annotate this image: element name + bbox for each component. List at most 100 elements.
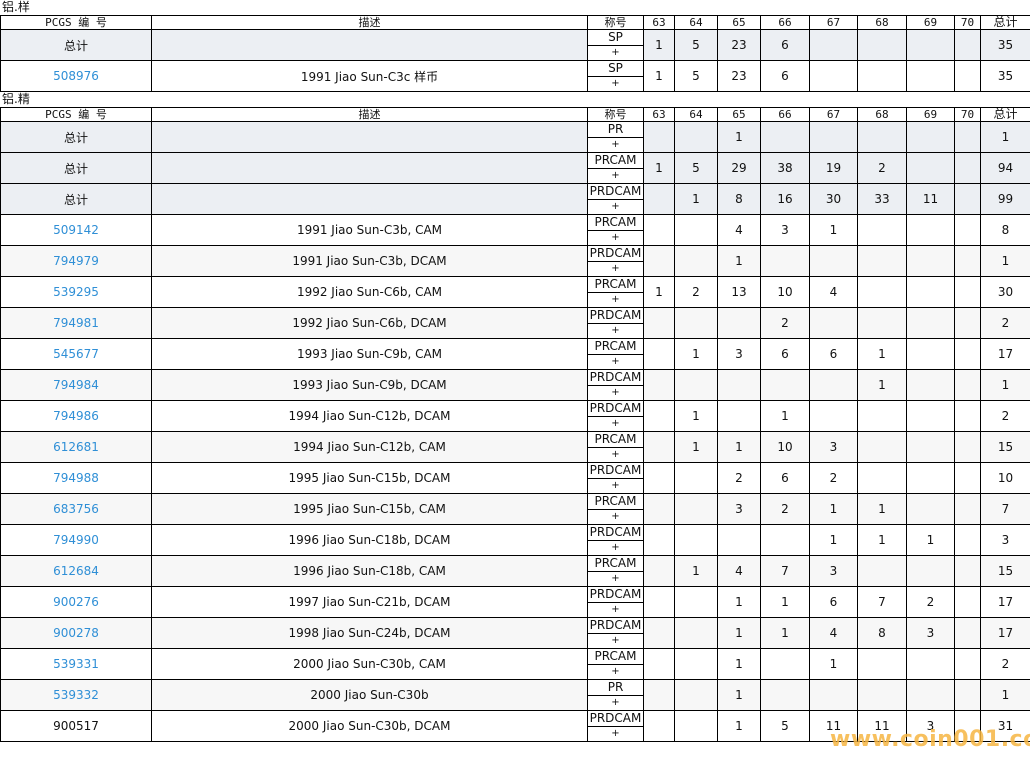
grade-count-69 [906,152,955,184]
grade-count-66: 5 [760,710,810,742]
column-header-pcgs: PCGS 编 号 [0,15,152,30]
grade-count-66: 16 [760,183,810,215]
grade-count-67: 30 [809,183,858,215]
pcgs-number-link[interactable]: 545677 [0,338,152,370]
column-header-g69: 69 [906,107,955,122]
grade-count-65: 1 [717,245,761,277]
pcgs-number-link[interactable]: 900517 [0,710,152,742]
grade-count-63 [643,586,675,618]
grade-count-67: 1 [809,214,858,246]
pcgs-number-link[interactable]: 900278 [0,617,152,649]
column-header-desc: 描述 [151,15,588,30]
pcgs-number-link[interactable]: 900276 [0,586,152,618]
grade-count-67: 1 [809,493,858,525]
column-header-g66: 66 [760,107,810,122]
grade-count-69: 3 [906,617,955,649]
pcgs-number-link[interactable]: 794988 [0,462,152,494]
grade-count-69 [906,276,955,308]
table-row: 539331 2000 Jiao Sun-C30b, CAM PRCAM +1 1 2 [0,648,1030,680]
grade-count-64 [674,617,718,649]
spreadsheet-view: 铝.样 PCGS 编 号描述 称号 63 64 65 66 67 68 69 70 总计 总计 SP +1 5… [0,0,1030,742]
grade-count-63 [643,400,675,432]
designation-label: PRDCAM [588,370,643,386]
column-header-g66: 66 [760,15,810,30]
plus-label: + [611,201,620,212]
pcgs-number-link[interactable]: 612684 [0,555,152,587]
description-cell: 1991 Jiao Sun-C3b, DCAM [151,245,588,277]
pcgs-number-link[interactable]: 794990 [0,524,152,556]
designation-cell: PRCAM + [587,152,644,184]
pcgs-number-link[interactable]: 794984 [0,369,152,401]
column-header-g63: 63 [643,15,675,30]
grade-count-67 [809,400,858,432]
row-total: 2 [980,648,1030,680]
grade-count-67: 2 [809,462,858,494]
grade-count-65: 3 [717,338,761,370]
pcgs-number-link[interactable]: 794986 [0,400,152,432]
column-header-total: 总计 [980,15,1030,30]
grade-count-67: 4 [809,617,858,649]
grade-count-70 [954,524,981,556]
plus-label: + [611,356,620,367]
pcgs-number-link[interactable]: 508976 [0,60,152,92]
designation-cell: PRDCAM + [587,710,644,742]
column-header-g70: 70 [954,15,981,30]
pcgs-number-link[interactable]: 612681 [0,431,152,463]
designation-cell: PRDCAM + [587,369,644,401]
grade-count-66: 7 [760,555,810,587]
pcgs-number-link[interactable]: 539331 [0,648,152,680]
total-label: 总计 [0,183,152,215]
grade-count-68 [857,462,907,494]
description-cell: 1991 Jiao Sun-C3c 样币 [151,60,588,92]
section-title: 铝.精 [0,92,1030,107]
pcgs-number-link[interactable]: 683756 [0,493,152,525]
plus-label: + [611,325,620,336]
grade-count-68 [857,648,907,680]
grade-count-63: 1 [643,60,675,92]
pcgs-number-link[interactable]: 794981 [0,307,152,339]
grade-count-70 [954,679,981,711]
pcgs-number-link[interactable]: 539332 [0,679,152,711]
grade-count-69 [906,245,955,277]
grade-count-68 [857,307,907,339]
grade-count-66: 38 [760,152,810,184]
grade-count-64 [674,245,718,277]
grade-count-70 [954,462,981,494]
section-title: 铝.样 [0,0,1030,15]
designation-label: PRCAM [588,216,643,231]
grade-count-67: 19 [809,152,858,184]
plus-label: + [611,697,620,708]
description-cell: 2000 Jiao Sun-C30b, DCAM [151,710,588,742]
grade-count-70 [954,245,981,277]
grade-count-70 [954,121,981,153]
grade-count-67 [809,307,858,339]
grade-count-69 [906,60,955,92]
table-row: 545677 1993 Jiao Sun-C9b, CAM PRCAM +1 3 6 6 1 1… [0,338,1030,370]
row-total: 1 [980,121,1030,153]
designation-cell: PRDCAM + [587,586,644,618]
grade-count-64: 5 [674,29,718,61]
grade-count-65: 1 [717,121,761,153]
description-cell: 1995 Jiao Sun-C15b, DCAM [151,462,588,494]
grade-count-64 [674,586,718,618]
grade-count-64 [674,679,718,711]
description-cell: 1996 Jiao Sun-C18b, CAM [151,555,588,587]
grade-count-69: 2 [906,586,955,618]
pcgs-number-link[interactable]: 509142 [0,214,152,246]
grade-count-67 [809,29,858,61]
grade-count-65: 1 [717,679,761,711]
grade-count-64 [674,462,718,494]
grade-count-69 [906,555,955,587]
grade-count-66: 2 [760,493,810,525]
column-header-g68: 68 [857,15,907,30]
plus-label: + [611,449,620,460]
pcgs-number-link[interactable]: 794979 [0,245,152,277]
designation-label: PRDCAM [588,308,643,324]
row-total: 94 [980,152,1030,184]
designation-cell: PRDCAM + [587,307,644,339]
table-row: 612681 1994 Jiao Sun-C12b, CAM PRCAM +1 1 10 3… [0,431,1030,463]
watermark: www.coin001.com [830,727,1030,752]
pcgs-number-link[interactable]: 539295 [0,276,152,308]
description-cell: 1998 Jiao Sun-C24b, DCAM [151,617,588,649]
description-cell [151,29,588,61]
